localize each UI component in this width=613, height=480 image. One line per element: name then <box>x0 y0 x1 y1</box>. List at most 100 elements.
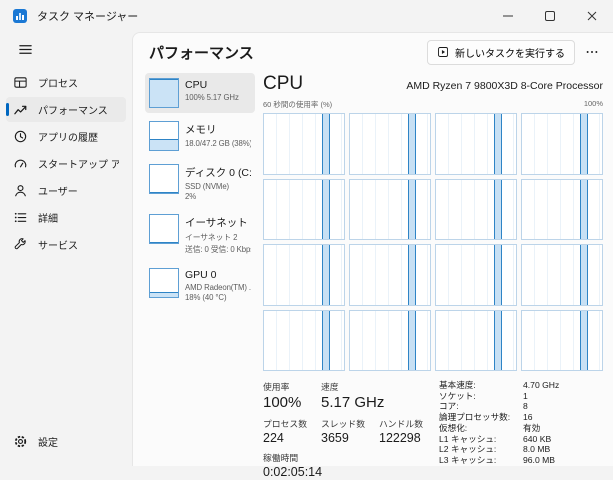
core-graph-cell <box>349 113 431 175</box>
core-graph-cell <box>263 113 345 175</box>
main-content: パフォーマンス 新しいタスクを実行する <box>132 32 613 466</box>
graph-caption-row: 60 秒間の使用率 (%) 100% <box>263 99 603 110</box>
startup-apps-icon <box>13 156 29 172</box>
stat-label: 使用率 <box>263 380 321 393</box>
disk-mini-graph <box>149 164 179 194</box>
sidebar-item-services[interactable]: サービス <box>6 232 126 257</box>
sidebar-item-app-history[interactable]: アプリの履歴 <box>6 124 126 149</box>
sidebar-item-label: パフォーマンス <box>38 102 108 117</box>
content-header: パフォーマンス 新しいタスクを実行する <box>133 33 613 65</box>
sidebar: プロセス パフォーマンス アプリの履歴 スタートアップ アプリ <box>0 32 132 466</box>
spec-label: 基本速度: <box>439 381 519 390</box>
core-graph-grid <box>263 113 603 371</box>
sidebar-item-processes[interactable]: プロセス <box>6 70 126 95</box>
task-manager-app-icon <box>12 8 28 24</box>
minimize-button[interactable] <box>487 0 529 32</box>
perf-item-name: メモリ <box>185 122 251 137</box>
perf-item-name: GPU 0 <box>185 269 251 281</box>
perf-item-cpu[interactable]: CPU 100% 5.17 GHz <box>145 73 255 113</box>
core-usage-spike <box>580 114 588 174</box>
stat-handles: ハンドル数 122298 <box>379 417 437 446</box>
spec-value: 16 <box>523 413 603 422</box>
perf-item-detail: SSD (NVMe) <box>185 182 251 191</box>
core-usage-spike <box>322 245 330 305</box>
perf-item-gpu0[interactable]: GPU 0 AMD Radeon(TM) ... 18% (40 °C) <box>145 263 255 307</box>
core-graph-cell <box>435 179 517 241</box>
core-usage-spike <box>408 245 416 305</box>
stat-value: 0:02:05:14 <box>263 465 383 480</box>
cpu-stats: 使用率 100% 速度 5.17 GHz プロセス数 <box>263 380 603 458</box>
core-usage-spike <box>408 180 416 240</box>
core-graph-cell <box>521 244 603 306</box>
core-usage-spike <box>408 114 416 174</box>
core-usage-spike <box>322 180 330 240</box>
perf-item-name: イーサネット <box>185 215 251 230</box>
sidebar-item-performance[interactable]: パフォーマンス <box>6 97 126 122</box>
spec-value: 1 <box>523 392 603 401</box>
core-graph-cell <box>521 113 603 175</box>
services-icon <box>13 237 29 253</box>
stat-label: 速度 <box>321 380 379 393</box>
sidebar-item-label: 設定 <box>38 434 58 449</box>
core-graph-cell <box>349 179 431 241</box>
header-actions: 新しいタスクを実行する <box>427 40 603 65</box>
stat-speed: 速度 5.17 GHz <box>321 380 379 412</box>
sidebar-item-details[interactable]: 詳細 <box>6 205 126 230</box>
perf-item-detail: 18.0/47.2 GB (38%) <box>185 139 251 148</box>
core-graph-cell <box>263 244 345 306</box>
cpu-spec-list: 基本速度:4.70 GHz ソケット:1 コア:8 論理プロセッサ数:16 仮想… <box>439 380 603 458</box>
content-body: CPU 100% 5.17 GHz メモリ 18.0/47.2 GB (38%) <box>133 65 613 466</box>
spec-value: 有効 <box>523 424 603 433</box>
close-button[interactable] <box>571 0 613 32</box>
perf-item-name: ディスク 0 (C:) <box>185 165 251 180</box>
page-title: パフォーマンス <box>149 42 254 63</box>
sidebar-item-label: 詳細 <box>38 210 58 225</box>
spec-label: L3 キャッシュ: <box>439 456 519 465</box>
stat-utilization: 使用率 100% <box>263 380 321 412</box>
core-graph-cell <box>349 310 431 372</box>
perf-item-detail2: 18% (40 °C) <box>185 293 251 302</box>
stat-label: スレッド数 <box>321 417 379 430</box>
maximize-button[interactable] <box>529 0 571 32</box>
stat-value: 100% <box>263 394 321 412</box>
menu-toggle-button[interactable] <box>8 36 42 62</box>
core-usage-spike <box>494 114 502 174</box>
cpu-detail-panel: CPU AMD Ryzen 7 9800X3D 8-Core Processor… <box>263 71 603 458</box>
perf-item-memory[interactable]: メモリ 18.0/47.2 GB (38%) <box>145 116 255 156</box>
sidebar-item-users[interactable]: ユーザー <box>6 178 126 203</box>
sidebar-item-startup-apps[interactable]: スタートアップ アプリ <box>6 151 126 176</box>
perf-item-detail: 100% 5.17 GHz <box>185 93 239 102</box>
graph-caption-label: 60 秒間の使用率 (%) <box>263 99 332 110</box>
core-usage-spike <box>580 245 588 305</box>
perf-item-disk0[interactable]: ディスク 0 (C:) SSD (NVMe) 2% <box>145 159 255 206</box>
spec-label: L1 キャッシュ: <box>439 435 519 444</box>
stat-processes: プロセス数 224 <box>263 417 321 446</box>
run-new-task-button[interactable]: 新しいタスクを実行する <box>427 40 575 65</box>
spec-value: 4.70 GHz <box>523 381 603 390</box>
sidebar-item-label: プロセス <box>38 75 78 90</box>
core-graph-cell <box>263 179 345 241</box>
stat-label: 稼働時間 <box>263 451 383 464</box>
stat-label: ハンドル数 <box>379 417 437 430</box>
spec-value: 8.0 MB <box>523 445 603 454</box>
task-manager-window: タスク マネージャー プロセス <box>0 0 613 466</box>
core-usage-spike <box>322 114 330 174</box>
more-options-button[interactable] <box>581 42 603 62</box>
memory-mini-graph <box>149 121 179 151</box>
run-new-task-icon <box>437 46 449 58</box>
sidebar-item-settings[interactable]: 設定 <box>6 429 126 454</box>
sidebar-item-label: スタートアップ アプリ <box>38 156 119 171</box>
spec-label: 仮想化: <box>439 424 519 433</box>
core-graph-cell <box>435 244 517 306</box>
stat-value: 5.17 GHz <box>321 394 379 412</box>
spec-value: 8 <box>523 402 603 411</box>
cpu-header: CPU AMD Ryzen 7 9800X3D 8-Core Processor <box>263 73 603 95</box>
perf-item-ethernet[interactable]: イーサネット イーサネット 2 送信: 0 受信: 0 Kbps <box>145 209 255 260</box>
ellipsis-icon <box>585 45 599 59</box>
users-icon <box>13 183 29 199</box>
spec-label: ソケット: <box>439 392 519 401</box>
spec-value: 640 KB <box>523 435 603 444</box>
core-usage-spike <box>494 245 502 305</box>
core-usage-spike <box>322 311 330 371</box>
processes-icon <box>13 75 29 91</box>
